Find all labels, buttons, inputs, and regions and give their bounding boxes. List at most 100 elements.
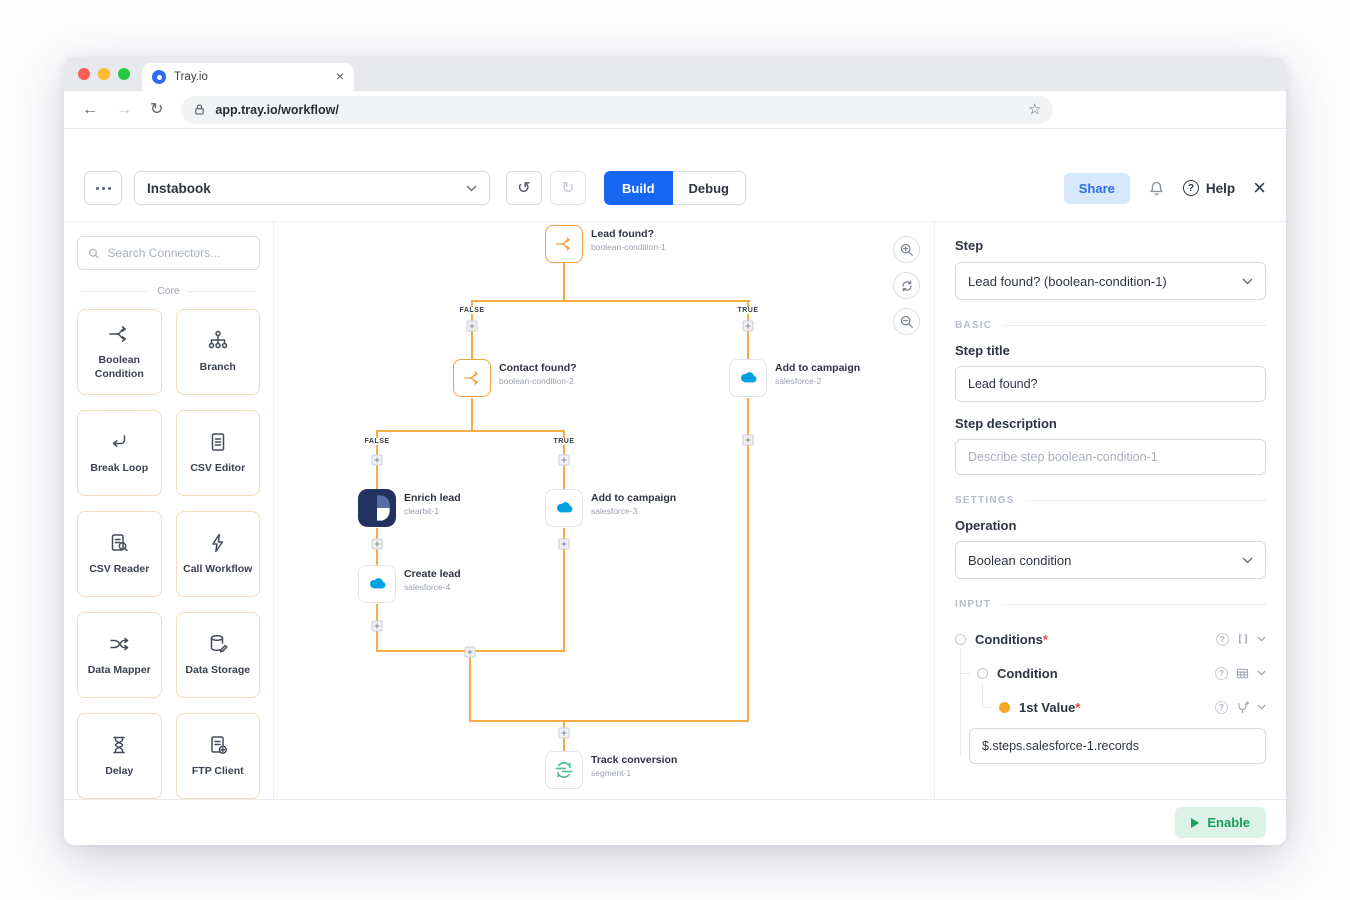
address-bar[interactable]: app.tray.io/workflow/ — [181, 95, 1054, 124]
connector-delay[interactable]: Delay — [77, 713, 162, 799]
zoom-window-button[interactable] — [118, 68, 130, 80]
add-step-button[interactable] — [558, 538, 570, 550]
browser-tab[interactable]: Tray.io — [142, 63, 354, 91]
salesforce-icon — [545, 489, 583, 527]
ellipsis-icon — [101, 186, 105, 190]
connector-line — [472, 300, 750, 302]
chevron-down-icon[interactable] — [1257, 636, 1266, 642]
connector-call-workflow[interactable]: Call Workflow — [175, 511, 260, 597]
close-workflow-icon[interactable] — [1253, 177, 1266, 200]
help-label: Help — [1205, 180, 1236, 196]
connector-csv-editor[interactable]: CSV Editor — [175, 410, 260, 496]
settings-section-header: SETTINGS — [955, 495, 1266, 506]
boolean-condition-icon — [545, 225, 583, 263]
connector-label: Data Storage — [185, 664, 251, 677]
chevron-down-icon — [466, 184, 477, 192]
object-table-icon[interactable] — [1236, 668, 1249, 679]
step-title-input[interactable] — [955, 366, 1266, 402]
workflow-node-add-to-campaign-2[interactable]: Add to campaign salesforce-2 — [729, 359, 860, 397]
forward-button[interactable] — [116, 102, 132, 118]
branch-icon — [208, 330, 227, 349]
zoom-in-button[interactable] — [893, 236, 920, 263]
connector-grid: Boolean Condition Branch Break Loop CSV … — [77, 309, 260, 799]
field-help-icon[interactable] — [1215, 700, 1228, 714]
branch-true-label: TRUE — [734, 307, 762, 314]
first-value-input[interactable] — [969, 728, 1266, 764]
help-button[interactable]: Help — [1182, 180, 1236, 196]
minimize-window-button[interactable] — [98, 68, 110, 80]
connector-break-loop[interactable]: Break Loop — [77, 410, 162, 496]
value-type-icon[interactable] — [1236, 701, 1249, 714]
redo-button[interactable] — [550, 171, 586, 205]
connector-branch[interactable]: Branch — [175, 309, 260, 395]
workflow-node-enrich-lead[interactable]: Enrich lead clearbit-1 — [358, 489, 461, 527]
workflow-name: Instabook — [147, 180, 211, 196]
operation-select[interactable]: Boolean condition — [955, 541, 1266, 579]
condition-row[interactable]: Condition — [955, 656, 1266, 690]
undo-button[interactable] — [506, 171, 542, 205]
collapse-circle-icon[interactable] — [955, 633, 966, 645]
collapse-circle-icon[interactable] — [977, 667, 988, 679]
add-step-button[interactable] — [371, 620, 383, 632]
first-value-row[interactable]: 1st Value* — [955, 690, 1266, 724]
chevron-down-icon[interactable] — [1257, 670, 1266, 676]
connector-label: CSV Reader — [89, 563, 150, 576]
share-button[interactable]: Share — [1063, 172, 1130, 204]
notifications-bell-icon[interactable] — [1148, 180, 1165, 197]
workflow-node-add-to-campaign-3[interactable]: Add to campaign salesforce-3 — [545, 489, 676, 527]
workflow-name-select[interactable]: Instabook — [134, 171, 490, 205]
conditions-row[interactable]: Conditions* [] — [955, 622, 1266, 656]
connector-line — [376, 430, 565, 432]
add-step-button[interactable] — [742, 320, 754, 332]
add-step-button[interactable] — [466, 320, 478, 332]
workflow-node-lead-found[interactable]: Lead found? boolean-condition-1 — [545, 225, 666, 263]
connector-label: CSV Editor — [190, 462, 246, 475]
search-input[interactable] — [107, 246, 249, 260]
workflow-canvas[interactable]: FALSE TRUE FALSE TRUE Lead found? boolean… — [274, 222, 934, 799]
debug-tab[interactable]: Debug — [672, 171, 746, 205]
conditions-label: Conditions* — [975, 631, 1048, 647]
delay-icon — [113, 736, 125, 754]
row-right-icons — [1215, 666, 1266, 680]
close-window-button[interactable] — [78, 68, 90, 80]
array-type-icon[interactable]: [] — [1237, 634, 1249, 645]
enable-button[interactable]: Enable — [1175, 807, 1266, 838]
build-tab[interactable]: Build — [604, 171, 673, 205]
add-step-button[interactable] — [371, 454, 383, 466]
connector-csv-reader[interactable]: CSV Reader — [77, 511, 162, 597]
connector-label: Branch — [199, 361, 236, 374]
step-description-input[interactable] — [955, 439, 1266, 475]
connector-label: Call Workflow — [183, 563, 253, 576]
workflow-node-track-conversion[interactable]: Track conversion segment-1 — [545, 751, 677, 789]
add-step-button[interactable] — [464, 646, 476, 658]
fit-view-button[interactable] — [893, 272, 920, 299]
workflow-node-contact-found[interactable]: Contact found? boolean-condition-2 — [453, 359, 577, 397]
more-options-button[interactable] — [84, 171, 122, 205]
chevron-down-icon[interactable] — [1257, 704, 1266, 710]
connector-label: Data Mapper — [87, 664, 151, 677]
workflow-node-create-lead[interactable]: Create lead salesforce-4 — [358, 565, 461, 603]
mapped-value-circle-icon[interactable] — [999, 701, 1010, 713]
connector-ftp-client[interactable]: FTP Client — [175, 713, 260, 799]
add-step-button[interactable] — [558, 454, 570, 466]
reload-button[interactable] — [150, 102, 163, 118]
tab-close-icon[interactable] — [336, 68, 344, 86]
zoom-out-button[interactable] — [893, 308, 920, 335]
node-title: Enrich lead — [404, 492, 461, 504]
add-step-button[interactable] — [742, 434, 754, 446]
connector-data-storage[interactable]: Data Storage — [175, 612, 260, 698]
back-button[interactable] — [82, 102, 98, 118]
connector-data-mapper[interactable]: Data Mapper — [77, 612, 162, 698]
connector-boolean-condition[interactable]: Boolean Condition — [77, 309, 162, 395]
field-help-icon[interactable] — [1215, 666, 1228, 680]
add-step-button[interactable] — [558, 727, 570, 739]
connector-search[interactable] — [77, 236, 260, 270]
browser-urlbar: app.tray.io/workflow/ — [64, 91, 1286, 129]
step-selector-value: Lead found? (boolean-condition-1) — [968, 273, 1167, 289]
bookmark-star-icon[interactable] — [1028, 100, 1041, 119]
lock-icon — [195, 104, 205, 115]
step-selector[interactable]: Lead found? (boolean-condition-1) — [955, 262, 1266, 300]
step-title-label: Step title — [955, 343, 1010, 358]
field-help-icon[interactable] — [1215, 632, 1229, 646]
add-step-button[interactable] — [371, 538, 383, 550]
